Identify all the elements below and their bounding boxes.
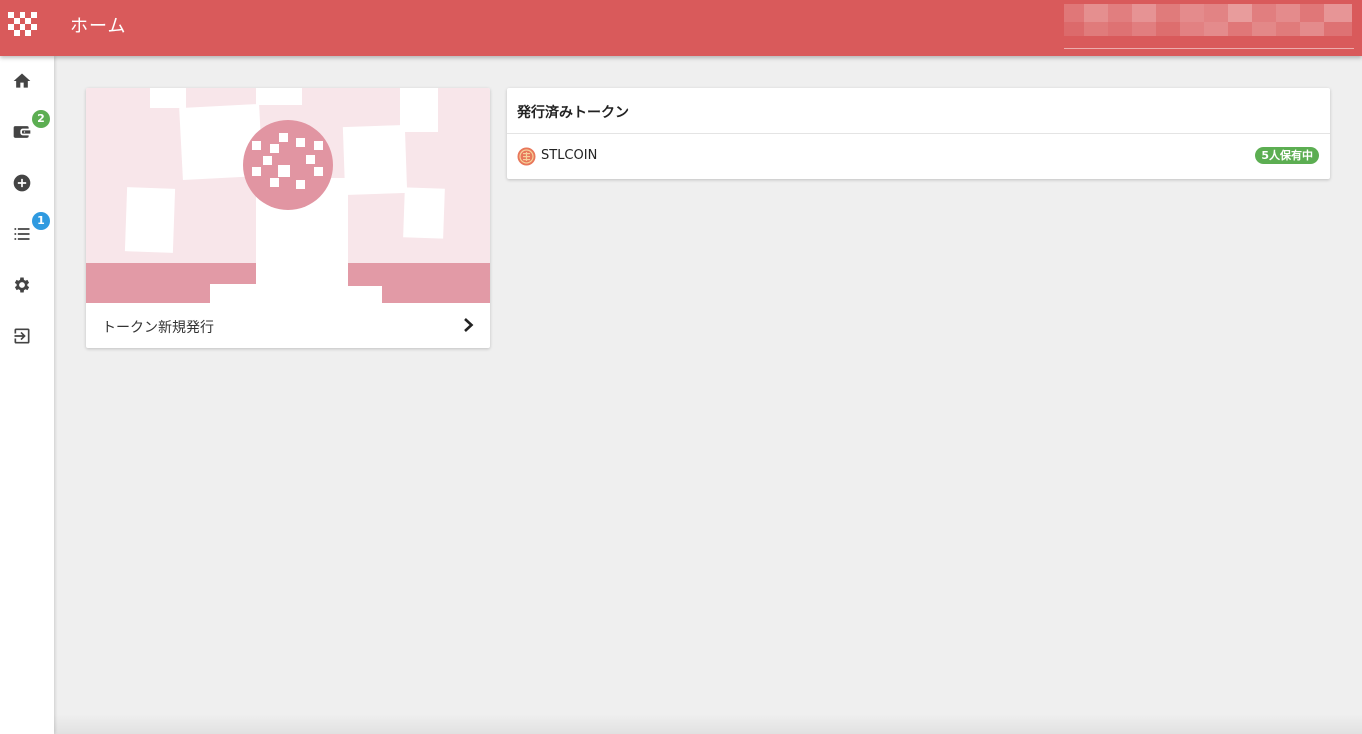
issued-tokens-header: 発行済みトークン [507, 88, 1330, 134]
logout-icon [14, 328, 30, 344]
checker-hero-image [86, 88, 490, 303]
sidebar-nav: 2 1 [0, 56, 54, 734]
sidebar-item-create[interactable] [0, 163, 54, 203]
wallet-notification-badge: 2 [32, 110, 50, 128]
sidebar-item-home[interactable] [0, 61, 54, 101]
sidebar-item-wallet[interactable]: 2 [0, 110, 54, 152]
issued-tokens-card: 発行済みトークン STLCOIN 5人保有中 [507, 88, 1330, 179]
list-notification-badge: 1 [32, 212, 50, 230]
token-name: STLCOIN [541, 148, 598, 163]
checker-logo-icon[interactable] [6, 10, 38, 38]
add-circle-icon [13, 174, 31, 192]
list-icon [14, 228, 30, 240]
sidebar-item-list[interactable]: 1 [0, 212, 54, 254]
sidebar-item-logout[interactable] [0, 316, 54, 356]
sidebar-item-settings[interactable] [0, 265, 54, 305]
coin-icon [517, 147, 536, 166]
user-underline [1064, 48, 1354, 49]
new-token-card[interactable]: トークン新規発行 [86, 88, 490, 348]
user-account-pixelated[interactable] [1064, 2, 1354, 46]
holders-count-badge: 5人保有中 [1255, 147, 1319, 164]
issued-tokens-title: 発行済みトークン [517, 105, 629, 121]
new-token-footer[interactable]: トークン新規発行 [86, 303, 490, 348]
new-token-label: トークン新規発行 [102, 320, 214, 336]
wallet-icon [13, 126, 31, 138]
page-title: ホーム [70, 16, 127, 37]
token-row[interactable]: STLCOIN 5人保有中 [507, 134, 1330, 179]
gear-icon [14, 277, 30, 293]
top-app-bar: ホーム [0, 0, 1362, 56]
home-icon [13, 73, 31, 88]
bottom-shadow [0, 714, 1362, 734]
chevron-right-icon [464, 318, 474, 332]
